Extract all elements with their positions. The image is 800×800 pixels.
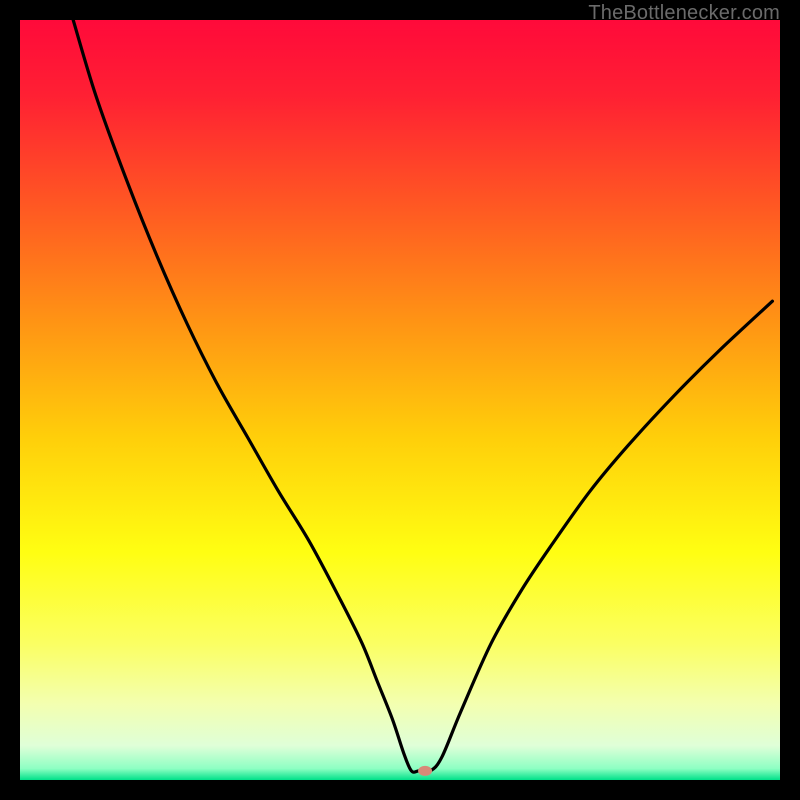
optimum-marker [418, 766, 432, 776]
chart-background [20, 20, 780, 780]
chart-svg [20, 20, 780, 780]
chart-container: TheBottlenecker.com [0, 0, 800, 800]
